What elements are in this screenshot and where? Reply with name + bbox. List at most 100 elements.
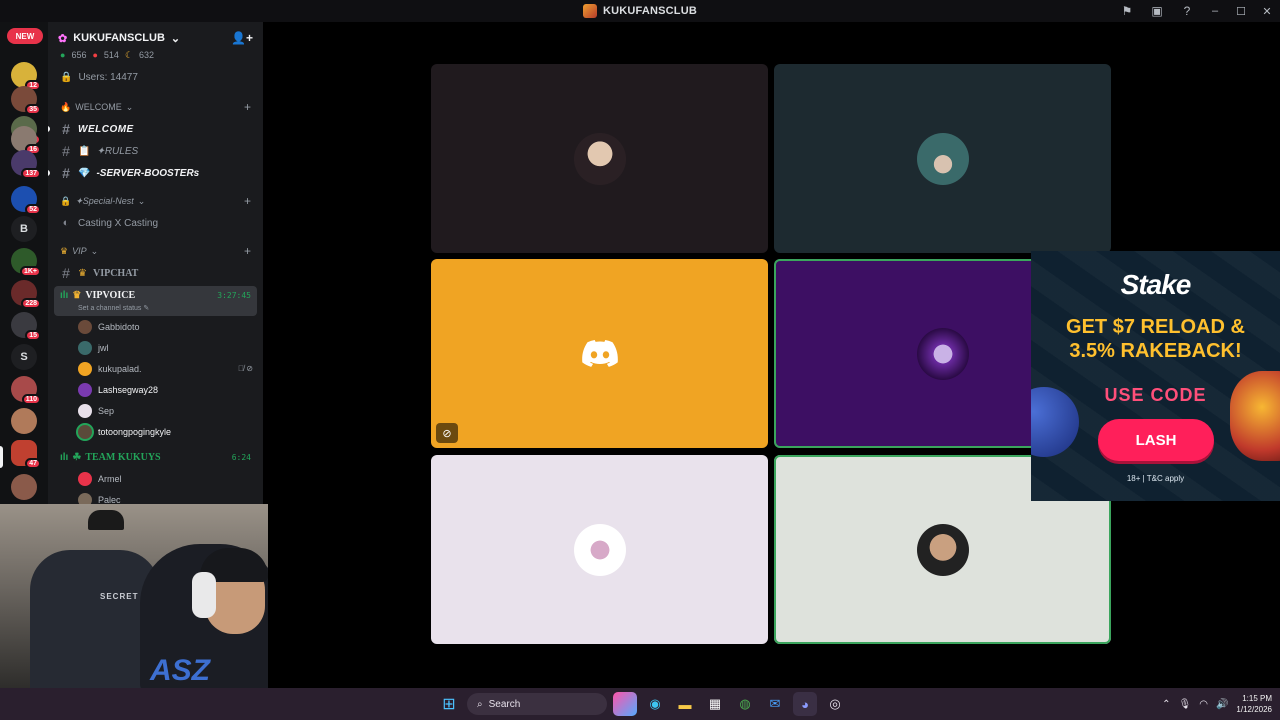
channel-vipchat[interactable]: # ♛ VIPCHAT bbox=[48, 262, 263, 284]
member-name: Lashsegway28 bbox=[98, 384, 159, 395]
channel-label: VIPCHAT bbox=[92, 267, 139, 279]
participant-tile[interactable] bbox=[431, 64, 768, 253]
server-name: KUKUFANSCLUB bbox=[73, 32, 165, 44]
voice-member[interactable]: jwl bbox=[48, 337, 263, 358]
voice-member[interactable]: Gabbidoto bbox=[48, 316, 263, 337]
help-icon[interactable]: ? bbox=[1172, 0, 1202, 22]
server-icon-5[interactable]: 137 bbox=[11, 150, 41, 179]
inbox-icon[interactable]: ▣ bbox=[1142, 0, 1172, 22]
category-special-nest[interactable]: 🔒 ✦Special-Nest ⌄ + bbox=[48, 190, 263, 212]
server-icon-6[interactable]: 52 bbox=[11, 186, 41, 215]
flag-icon[interactable]: ⚑ bbox=[1112, 0, 1142, 22]
server-icon-13[interactable] bbox=[11, 408, 37, 434]
channel-status[interactable]: Set a channel status ✎ bbox=[78, 304, 149, 312]
server-icon-12[interactable]: 110 bbox=[11, 376, 41, 405]
fire-icon: 🔥 bbox=[60, 101, 72, 112]
text-channel-icon: # bbox=[62, 143, 70, 159]
server-icon-4[interactable]: 16 bbox=[11, 126, 41, 155]
voice-member[interactable]: Sep bbox=[48, 400, 263, 421]
server-logo-icon bbox=[582, 4, 597, 18]
chevron-up-icon[interactable]: ⌃ bbox=[1162, 699, 1170, 710]
channel-server-boosters[interactable]: # 💎 -SERVER-BOOSTERs bbox=[48, 162, 263, 184]
avatar bbox=[78, 340, 92, 355]
voice-activity-icon: ılı bbox=[60, 290, 69, 301]
copilot-icon[interactable] bbox=[613, 692, 637, 716]
unread-indicator bbox=[48, 170, 50, 176]
avatar bbox=[78, 361, 92, 376]
text-channel-icon: # bbox=[62, 165, 70, 181]
voice-activity-icon: ılı bbox=[60, 451, 69, 463]
volume-icon[interactable]: 🔊 bbox=[1216, 699, 1228, 710]
file-explorer-icon[interactable]: ▬ bbox=[673, 692, 697, 716]
add-channel-icon[interactable]: + bbox=[244, 194, 251, 208]
store-icon[interactable]: ▦ bbox=[703, 692, 727, 716]
discord-taskbar-icon[interactable]: ◕ bbox=[793, 692, 817, 716]
voice-member[interactable]: Armel bbox=[48, 468, 263, 489]
server-icon-9[interactable]: 228 bbox=[11, 280, 41, 309]
category-welcome[interactable]: 🔥 WELCOME ⌄ + bbox=[48, 96, 263, 118]
clock-date: 1/12/2026 bbox=[1236, 705, 1272, 714]
ad-legal: 18+ | T&C apply bbox=[1126, 474, 1185, 483]
online-icon: ● bbox=[60, 50, 66, 60]
server-icon-2[interactable]: 35 bbox=[11, 86, 41, 115]
obs-icon[interactable]: ◎ bbox=[823, 692, 847, 716]
server-icon-1[interactable]: 12 bbox=[11, 62, 41, 91]
window-title-text: KUKUFANSCLUB bbox=[602, 5, 698, 17]
users-count-label: Users: 14477 bbox=[78, 71, 138, 83]
chrome-icon[interactable]: ◍ bbox=[733, 692, 757, 716]
idle-icon: ☾ bbox=[124, 49, 134, 60]
voice-member[interactable]: Palec bbox=[48, 489, 263, 504]
server-icon-8[interactable]: 1K+ bbox=[11, 248, 41, 277]
channel-team-kukuys[interactable]: ılı ☘ TEAM KUKUYS 6:24 bbox=[48, 446, 263, 468]
taskbar: ⊞ ⌕ Search ◉ ▬ ▦ ◍ ✉ ◕ ◎ ⌃ 🎙 ◠ 🔊 1:15 PM… bbox=[0, 688, 1280, 720]
channel-casting[interactable]: ◐ Casting X Casting bbox=[48, 212, 263, 234]
server-icon-11[interactable]: S bbox=[11, 344, 37, 370]
participant-tile[interactable] bbox=[431, 455, 768, 644]
maximize-button[interactable]: ☐ bbox=[1228, 0, 1254, 22]
voice-member[interactable]: Lashsegway28 bbox=[48, 379, 263, 400]
voice-member[interactable]: kukupalad. 🎙̸ ⊘ bbox=[48, 358, 263, 379]
ad-code-button[interactable]: LASH bbox=[1098, 419, 1214, 461]
server-icon-7[interactable]: B bbox=[11, 216, 37, 242]
microphone-icon[interactable]: 🎙 bbox=[1179, 699, 1192, 710]
edge-icon[interactable]: ◉ bbox=[643, 692, 667, 716]
channel-vipvoice[interactable]: ılı ♛ VIPVOICE Set a channel status ✎ 3:… bbox=[54, 286, 257, 316]
windows-start-icon[interactable]: ⊞ bbox=[437, 692, 461, 716]
title-bar: KUKUFANSCLUB ⚑ ▣ ? – ☐ ✕ bbox=[0, 0, 1280, 22]
stage-channel-icon: ◐ bbox=[62, 217, 70, 229]
invite-user-icon[interactable]: 👤+ bbox=[231, 31, 253, 45]
clock[interactable]: 1:15 PM 1/12/2026 bbox=[1236, 693, 1272, 715]
mail-icon[interactable]: ✉ bbox=[763, 692, 787, 716]
channel-welcome[interactable]: # WELCOME bbox=[48, 118, 263, 140]
taskbar-search[interactable]: ⌕ Search bbox=[467, 693, 607, 715]
lock-icon: 🔒 bbox=[60, 71, 73, 83]
voice-member[interactable]: totoongpogingkyle bbox=[48, 421, 263, 442]
add-channel-icon[interactable]: + bbox=[244, 100, 251, 114]
crown-icon: ♛ bbox=[78, 267, 87, 279]
category-vip[interactable]: ♛ VIP ⌄ + bbox=[48, 240, 263, 262]
minimize-button[interactable]: – bbox=[1202, 0, 1228, 22]
participant-tile[interactable] bbox=[774, 64, 1111, 253]
participant-tile[interactable]: ⊘ bbox=[431, 259, 768, 448]
new-badge[interactable]: NEW bbox=[7, 28, 43, 44]
channel-rules[interactable]: # 📋 ✦RULES bbox=[48, 140, 263, 162]
server-icon-kukufansclub[interactable]: 47 bbox=[11, 440, 41, 469]
channel-label: Casting X Casting bbox=[78, 217, 159, 229]
idle-count: 632 bbox=[139, 50, 155, 60]
avatar bbox=[78, 424, 92, 439]
users-count-channel[interactable]: 🔒 Users: 14477 bbox=[48, 64, 263, 90]
mention-badge: 110 bbox=[21, 394, 41, 405]
wifi-icon[interactable]: ◠ bbox=[1199, 699, 1208, 710]
avatar bbox=[573, 523, 626, 576]
pencil-icon: ✎ bbox=[143, 305, 150, 312]
avatar bbox=[916, 523, 969, 576]
ad-brand: Stake bbox=[1120, 269, 1192, 300]
clover-icon: ☘ bbox=[72, 451, 82, 463]
server-icon-10[interactable]: 15 bbox=[11, 312, 41, 341]
search-icon: ⌕ bbox=[477, 698, 483, 710]
add-channel-icon[interactable]: + bbox=[244, 244, 251, 258]
sponsor-ad[interactable]: Stake GET $7 RELOAD & 3.5% RAKEBACK! USE… bbox=[1031, 251, 1280, 501]
mention-badge: 137 bbox=[21, 168, 41, 179]
close-button[interactable]: ✕ bbox=[1254, 0, 1280, 22]
server-icon-15[interactable] bbox=[11, 474, 37, 500]
